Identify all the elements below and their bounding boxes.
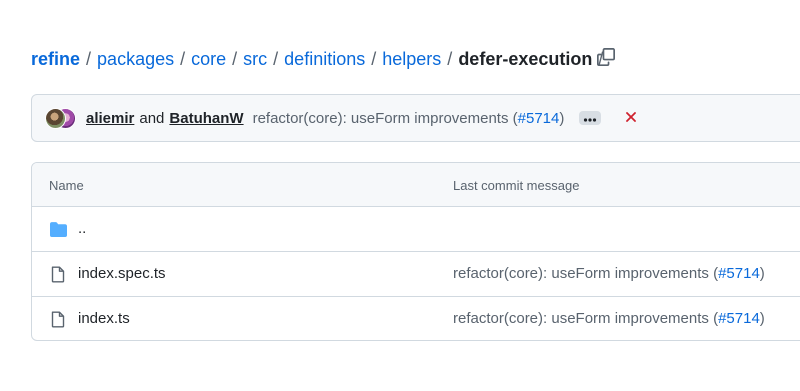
breadcrumb-link-src[interactable]: src [243, 49, 267, 70]
breadcrumb-separator: / [86, 48, 92, 69]
commit-pr-link[interactable]: #5714 [518, 110, 560, 127]
file-commit-message-suffix: ) [759, 310, 765, 327]
file-commit-pr-link[interactable]: #5714 [718, 310, 760, 327]
avatar-aliemir[interactable] [45, 108, 66, 129]
breadcrumb-current: defer-execution [458, 48, 593, 69]
file-commit-message-text: refactor(core): useForm improvements ( [453, 310, 719, 327]
column-header-last-commit: Last commit message [453, 178, 580, 193]
file-table: Name Last commit message .. index.spec.t… [31, 162, 800, 341]
file-commit-message-text: refactor(core): useForm improvements ( [453, 265, 719, 282]
file-table-header: Name Last commit message [32, 163, 800, 207]
commit-author-1[interactable]: aliemir [86, 110, 134, 127]
commit-expand-button[interactable] [579, 110, 602, 127]
breadcrumb-link-packages[interactable]: packages [97, 49, 174, 70]
file-name-link[interactable]: index.ts [78, 310, 130, 327]
breadcrumb-link-helpers[interactable]: helpers [382, 49, 441, 70]
copy-path-button[interactable] [594, 47, 618, 71]
file-commit-message[interactable]: refactor(core): useForm improvements (#5… [453, 265, 765, 282]
commit-author-2[interactable]: BatuhanW [169, 110, 243, 127]
commit-message[interactable]: refactor(core): useForm improvements (#5… [253, 110, 565, 127]
file-icon [49, 265, 67, 283]
folder-icon [49, 220, 67, 238]
file-commit-message-suffix: ) [759, 265, 765, 282]
table-row[interactable]: index.spec.ts refactor(core): useForm im… [32, 252, 800, 297]
x-icon [625, 110, 637, 127]
column-header-name: Name [49, 178, 84, 193]
breadcrumb-link-core[interactable]: core [191, 49, 226, 70]
commit-message-text: refactor(core): useForm improvements ( [252, 109, 518, 127]
commit-avatars[interactable] [45, 106, 77, 130]
breadcrumb: refine / packages / core / src / definit… [31, 46, 609, 72]
file-commit-message[interactable]: refactor(core): useForm improvements (#5… [453, 310, 765, 327]
kebab-horizontal-icon [583, 110, 597, 127]
breadcrumb-separator: / [232, 48, 238, 69]
commit-message-suffix: ) [559, 109, 565, 127]
commit-author-joiner: and [139, 109, 165, 127]
breadcrumb-separator: / [273, 48, 279, 69]
table-row[interactable]: .. [32, 207, 800, 252]
breadcrumb-separator: / [180, 48, 186, 69]
breadcrumb-link-definitions[interactable]: definitions [284, 49, 365, 70]
file-name-link[interactable]: .. [78, 220, 86, 237]
file-commit-pr-link[interactable]: #5714 [718, 265, 760, 282]
copy-icon [597, 47, 615, 71]
file-name-link[interactable]: index.spec.ts [78, 265, 166, 282]
breadcrumb-repo-link[interactable]: refine [31, 49, 80, 70]
breadcrumb-separator: / [447, 48, 453, 69]
latest-commit-bar: aliemir and BatuhanW refactor(core): use… [31, 94, 800, 142]
file-icon [49, 310, 67, 328]
commit-status-failed[interactable] [624, 111, 638, 125]
breadcrumb-separator: / [371, 48, 377, 69]
table-row[interactable]: index.ts refactor(core): useForm improve… [32, 297, 800, 340]
